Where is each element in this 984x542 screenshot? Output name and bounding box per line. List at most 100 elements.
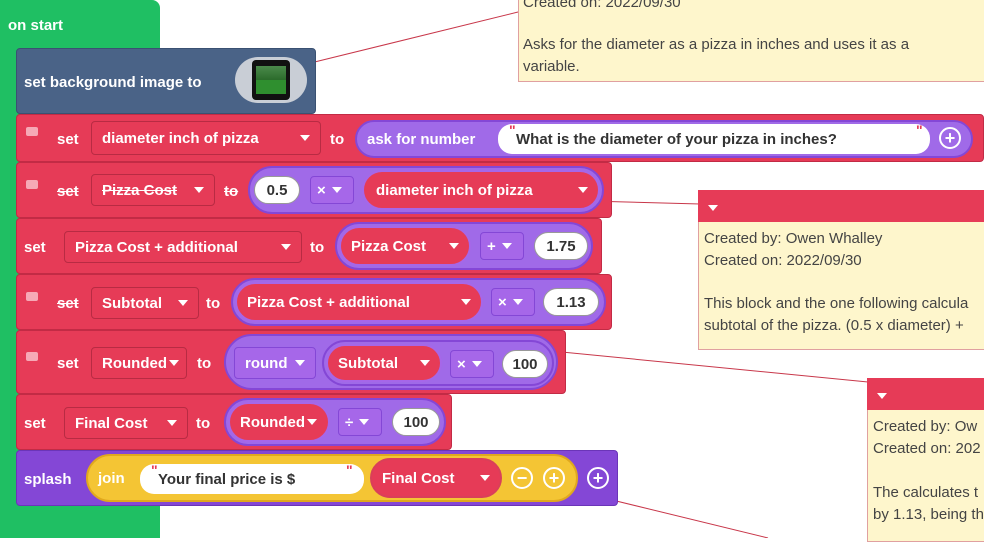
comment-icon[interactable]	[26, 127, 38, 136]
operator-symbol: ÷	[345, 413, 354, 431]
chevron-down-icon	[449, 243, 459, 249]
reporter-name: Pizza Cost	[351, 237, 427, 255]
splash-keyword: splash	[24, 471, 72, 488]
to-keyword: to	[224, 183, 239, 200]
number-value: 100	[403, 413, 429, 431]
chevron-down-icon	[331, 187, 342, 193]
variable-name: Pizza Cost	[102, 181, 178, 199]
prompt-text: What is the diameter of your pizza in in…	[516, 130, 837, 148]
set-keyword: set	[57, 295, 79, 312]
set-keyword: set	[57, 131, 79, 148]
open-quote-icon: "	[151, 462, 158, 478]
join-text: Your final price is $	[158, 470, 296, 488]
variable-name: diameter inch of pizza	[102, 129, 259, 147]
number-value: 0.5	[266, 181, 288, 199]
plus-circle-icon[interactable]: +	[543, 467, 565, 489]
to-keyword: to	[197, 355, 212, 372]
number-value: 1.75	[546, 237, 576, 255]
note-created-on: Created on: 202	[873, 440, 981, 457]
to-keyword: to	[196, 415, 211, 432]
variable-name: Final Cost	[75, 414, 148, 432]
chevron-down-icon	[578, 187, 588, 193]
operator-symbol: ×	[457, 355, 466, 373]
close-quote-icon: "	[916, 122, 923, 138]
chevron-down-icon	[512, 299, 523, 305]
note-created-on: Created on: 2022/09/30	[523, 0, 681, 11]
chevron-down-icon	[359, 419, 370, 425]
operator-symbol: +	[487, 237, 496, 255]
note-created-on: Created on: 2022/09/30	[704, 252, 862, 269]
minus-circle-icon[interactable]: −	[511, 467, 533, 489]
plus-circle-icon[interactable]: +	[939, 127, 961, 149]
note-body-line: by 1.13, being th	[873, 506, 984, 523]
note-body-line: This block and the one following calcula	[704, 295, 969, 312]
variable-dropdown[interactable]: Pizza Cost + additional	[64, 231, 302, 263]
image-thumbnail-grass	[256, 80, 286, 94]
chevron-down-icon	[169, 360, 179, 366]
join-label: join	[98, 469, 125, 487]
close-quote-icon: "	[346, 462, 353, 478]
variable-name: Rounded	[102, 354, 167, 372]
join-text-input[interactable]: Your final price is $	[140, 464, 364, 494]
variable-dropdown[interactable]: diameter inch of pizza	[91, 121, 321, 155]
reporter-name: diameter inch of pizza	[376, 181, 533, 199]
variable-dropdown[interactable]: Pizza Cost	[91, 174, 215, 206]
ask-for-number-label: ask for number	[367, 130, 476, 148]
variable-reporter[interactable]: Final Cost	[370, 458, 502, 498]
operator-symbol: ×	[317, 181, 326, 199]
variable-dropdown[interactable]: Final Cost	[64, 407, 188, 439]
comment-icon[interactable]	[26, 180, 38, 189]
reporter-name: Rounded	[240, 413, 305, 431]
note-body-line: variable.	[523, 58, 580, 75]
comment-icon[interactable]	[26, 292, 38, 301]
number-input[interactable]: 1.13	[543, 288, 599, 316]
image-thumbnail-hills	[256, 66, 286, 80]
number-input[interactable]: 100	[502, 350, 548, 378]
variable-reporter[interactable]: Pizza Cost + additional	[235, 282, 483, 322]
number-value: 100	[512, 355, 538, 373]
variable-dropdown[interactable]: Subtotal	[91, 287, 199, 319]
note-created-by: Created by: Owen Whalley	[704, 230, 883, 247]
chevron-down-icon	[307, 419, 317, 425]
round-label: round	[245, 354, 288, 372]
operator-dropdown[interactable]: +	[480, 232, 524, 260]
note-created-by: Created by: Ow	[873, 418, 978, 435]
note-body-line: The calculates t	[873, 484, 979, 501]
chevron-down-icon	[295, 360, 305, 366]
chevron-down-icon	[471, 361, 482, 367]
variable-dropdown[interactable]: Rounded	[91, 347, 187, 379]
chevron-down-icon	[178, 300, 188, 306]
plus-circle-icon[interactable]: +	[587, 467, 609, 489]
chevron-down-icon	[480, 475, 490, 481]
reporter-name: Subtotal	[338, 354, 398, 372]
note-body-line: subtotal of the pizza. (0.5 x diameter) …	[704, 317, 964, 334]
variable-reporter[interactable]: Subtotal	[326, 344, 442, 382]
operator-dropdown[interactable]: ×	[450, 350, 494, 378]
chevron-down-icon	[194, 187, 204, 193]
variable-reporter[interactable]: Pizza Cost	[339, 226, 471, 266]
reporter-name: Final Cost	[382, 469, 455, 487]
note-body-line: Asks for the diameter as a pizza in inch…	[523, 36, 910, 53]
variable-reporter[interactable]: Rounded	[228, 402, 330, 442]
collapse-triangle-icon[interactable]	[877, 393, 887, 399]
number-input[interactable]: 0.5	[254, 176, 300, 204]
note-header	[698, 190, 984, 222]
operator-dropdown[interactable]: ÷	[338, 408, 382, 436]
to-keyword: to	[330, 131, 345, 148]
variable-reporter[interactable]: diameter inch of pizza	[362, 170, 600, 210]
prompt-text-input[interactable]: What is the diameter of your pizza in in…	[498, 124, 930, 154]
variable-name: Subtotal	[102, 294, 162, 312]
operator-dropdown[interactable]: ×	[491, 288, 535, 316]
number-input[interactable]: 1.75	[534, 232, 588, 260]
operator-dropdown[interactable]: ×	[310, 176, 354, 204]
round-function-dropdown[interactable]: round	[234, 347, 316, 379]
reporter-name: Pizza Cost + additional	[247, 293, 410, 311]
comment-icon[interactable]	[26, 352, 38, 361]
number-input[interactable]: 100	[392, 408, 440, 436]
number-value: 1.13	[556, 293, 586, 311]
set-keyword: set	[24, 415, 46, 432]
chevron-down-icon	[300, 135, 310, 141]
collapse-triangle-icon[interactable]	[708, 205, 718, 211]
open-quote-icon: "	[509, 122, 516, 138]
chevron-down-icon	[461, 299, 471, 305]
